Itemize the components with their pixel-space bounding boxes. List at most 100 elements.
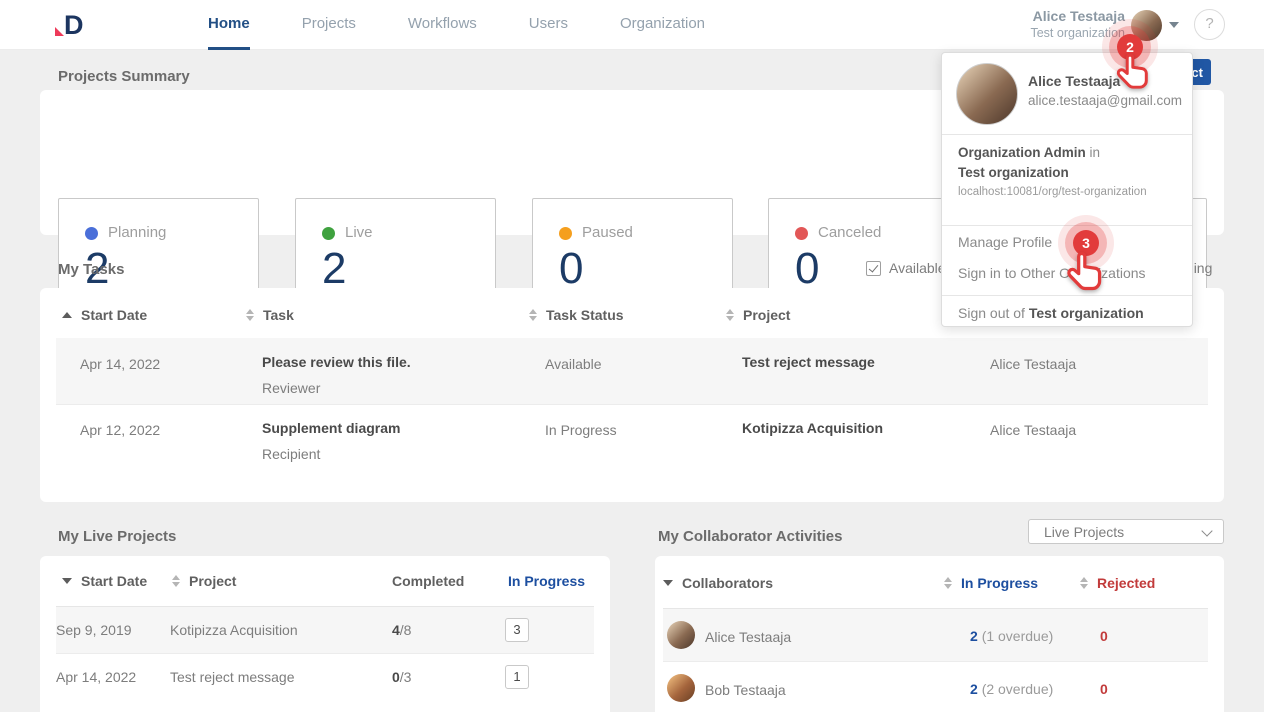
my-collaborator-activities-card: Collaborators In Progress Rejected Alice…	[655, 556, 1224, 712]
header-user-org: Test organization	[1030, 26, 1125, 40]
column-label: Rejected	[1097, 575, 1155, 591]
collaborator-name: Bob Testaaja	[705, 682, 786, 698]
my-collaborator-activities-title: My Collaborator Activities	[658, 528, 842, 545]
header-user-name: Alice Testaaja	[1030, 8, 1125, 24]
dropdown-role-line: Organization Admin in	[958, 145, 1100, 160]
live-col-completed[interactable]: Completed	[392, 573, 464, 589]
tasks-col-status[interactable]: Task Status	[529, 307, 624, 323]
column-label: Start Date	[81, 573, 147, 589]
filter-available: Available	[866, 260, 946, 276]
collab-in-progress: 2 (2 overdue)	[970, 681, 1053, 697]
sort-icon	[529, 309, 537, 321]
live-col-project[interactable]: Project	[172, 573, 236, 589]
column-label: Project	[743, 307, 790, 323]
project-name: Kotipizza Acquisition	[170, 622, 298, 638]
help-button[interactable]: ?	[1194, 9, 1225, 40]
task-title: Please review this file.	[262, 354, 411, 370]
task-status: Available	[545, 356, 602, 372]
task-start-date: Apr 14, 2022	[80, 356, 160, 372]
tasks-col-start-date[interactable]: Start Date	[62, 307, 147, 323]
projects-summary-title: Projects Summary	[58, 68, 190, 85]
live-col-in-progress[interactable]: In Progress	[508, 573, 585, 589]
column-label: Completed	[392, 573, 464, 589]
live-col-start-date[interactable]: Start Date	[62, 573, 147, 589]
sign-out-item[interactable]: Sign out of Test organization	[958, 305, 1144, 321]
table-row[interactable]: Apr 12, 2022 Supplement diagram Recipien…	[56, 404, 1208, 470]
task-role: Reviewer	[262, 380, 320, 396]
table-row[interactable]: Alice Testaaja 2 (1 overdue) 0	[663, 609, 1208, 661]
nav-projects[interactable]: Projects	[302, 0, 356, 50]
menu-divider	[942, 225, 1192, 226]
table-row[interactable]: Apr 14, 2022 Please review this file. Re…	[56, 338, 1208, 404]
available-checkbox[interactable]	[866, 261, 881, 276]
task-title: Supplement diagram	[262, 420, 400, 436]
planning-status-dot	[85, 227, 98, 240]
canceled-status-dot	[795, 227, 808, 240]
column-label: In Progress	[961, 575, 1038, 591]
filter-label: Available	[889, 260, 946, 276]
status-label: Live	[345, 224, 373, 241]
menu-divider	[942, 134, 1192, 135]
my-live-projects-card: Start Date Project Completed In Progress…	[40, 556, 610, 712]
status-label: Canceled	[818, 224, 881, 241]
task-assignee: Alice Testaaja	[990, 356, 1076, 372]
collab-rejected: 0	[1100, 681, 1108, 697]
project-start-date: Apr 14, 2022	[56, 669, 136, 685]
dropdown-user-name: Alice Testaaja	[1028, 73, 1120, 89]
status-label: Planning	[108, 224, 166, 241]
manage-profile-item[interactable]: Manage Profile	[958, 234, 1052, 250]
sort-icon	[944, 577, 952, 589]
task-start-date: Apr 12, 2022	[80, 422, 160, 438]
tasks-col-task[interactable]: Task	[246, 307, 294, 323]
column-label: Start Date	[81, 307, 147, 323]
app-logo[interactable]: D	[55, 8, 99, 42]
dashboard-page: D Home Projects Workflows Users Organiza…	[0, 0, 1264, 712]
collab-col-collaborators[interactable]: Collaborators	[663, 575, 773, 591]
chevron-down-icon[interactable]	[1169, 22, 1179, 28]
sort-desc-icon	[663, 580, 673, 586]
in-progress-count-button[interactable]: 3	[505, 618, 529, 642]
project-start-date: Sep 9, 2019	[56, 622, 132, 638]
column-label: Task	[263, 307, 294, 323]
sign-in-other-orgs-item[interactable]: Sign in to Other Organizations	[958, 265, 1146, 281]
my-tasks-title: My Tasks	[58, 261, 124, 278]
selected-option: Live Projects	[1044, 524, 1124, 540]
task-project: Kotipizza Acquisition	[742, 420, 883, 436]
paused-status-dot	[559, 227, 572, 240]
dropdown-org-url: localhost:10081/org/test-organization	[958, 186, 1147, 198]
column-label: Project	[189, 573, 236, 589]
logo-accent-triangle	[55, 27, 64, 36]
table-row[interactable]: Sep 9, 2019 Kotipizza Acquisition 4/8 3	[56, 607, 594, 653]
nav-home[interactable]: Home	[208, 0, 250, 50]
main-nav: Home Projects Workflows Users Organizati…	[208, 0, 705, 50]
collab-col-rejected[interactable]: Rejected	[1080, 575, 1155, 591]
tasks-col-project[interactable]: Project	[726, 307, 790, 323]
logo-letter: D	[64, 8, 84, 42]
dropdown-user-email: alice.testaaja@gmail.com	[1028, 93, 1182, 108]
nav-users[interactable]: Users	[529, 0, 568, 50]
status-count: 2	[322, 247, 346, 291]
task-project: Test reject message	[742, 354, 875, 370]
chevron-down-icon	[1201, 525, 1212, 536]
project-filter-select[interactable]: Live Projects	[1028, 519, 1224, 544]
sort-icon	[726, 309, 734, 321]
status-count: 0	[795, 247, 819, 291]
sort-icon	[172, 575, 180, 587]
collab-col-in-progress[interactable]: In Progress	[944, 575, 1038, 591]
nav-organization[interactable]: Organization	[620, 0, 705, 50]
table-row[interactable]: Bob Testaaja 2 (2 overdue) 0	[663, 662, 1208, 712]
live-status-dot	[322, 227, 335, 240]
nav-workflows[interactable]: Workflows	[408, 0, 477, 50]
dropdown-avatar	[956, 63, 1018, 125]
column-label: Task Status	[546, 307, 624, 323]
collab-in-progress: 2 (1 overdue)	[970, 628, 1053, 644]
user-menu-trigger[interactable]: Alice Testaaja Test organization	[1030, 8, 1125, 40]
task-status: In Progress	[545, 422, 617, 438]
in-progress-count-button[interactable]: 1	[505, 665, 529, 689]
table-row[interactable]: Apr 14, 2022 Test reject message 0/3 1	[56, 654, 594, 700]
check-icon	[869, 262, 879, 272]
dropdown-org-name: Test organization	[958, 165, 1069, 180]
project-name: Test reject message	[170, 669, 295, 685]
status-count: 0	[559, 247, 583, 291]
project-completed: 0/3	[392, 669, 411, 687]
